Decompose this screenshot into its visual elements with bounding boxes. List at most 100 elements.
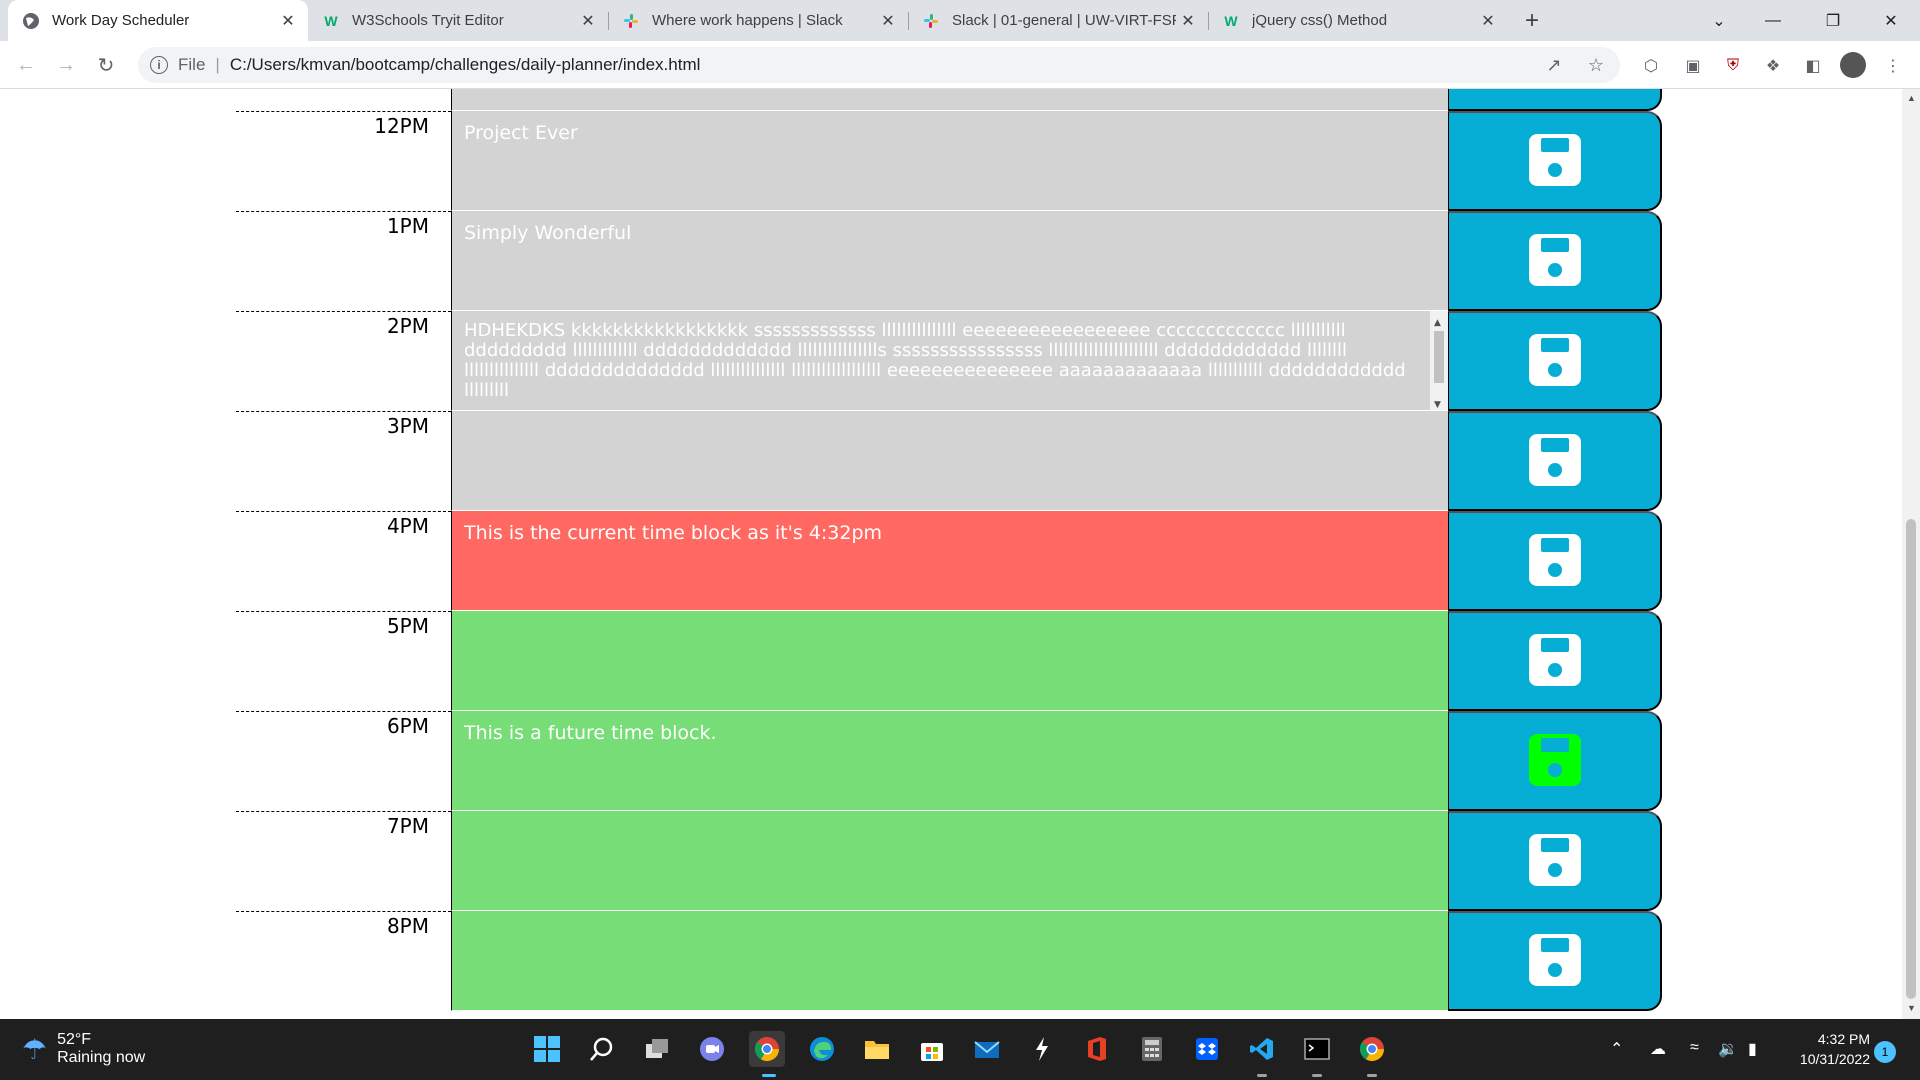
save-button[interactable] — [1448, 511, 1662, 611]
scroll-up-arrow-icon[interactable]: ▲ — [1434, 313, 1441, 333]
description-textarea[interactable] — [451, 411, 1448, 511]
forward-arrow-icon[interactable]: → — [52, 51, 80, 79]
description-text: HDHEKDKS kkkkkkkkkkkkkkkkk sssssssssssss… — [464, 320, 1406, 401]
close-icon[interactable]: ✕ — [276, 9, 300, 33]
share-icon[interactable]: ↗ — [1542, 53, 1566, 77]
office-icon[interactable] — [1079, 1031, 1115, 1067]
chrome-icon[interactable] — [749, 1031, 785, 1067]
description-textarea[interactable]: HDHEKDKS kkkkkkkkkkkkkkkkk sssssssssssss… — [451, 311, 1448, 411]
hour-label: 5PM — [236, 611, 451, 711]
onedrive-cloud-icon[interactable]: ☁ — [1650, 1039, 1666, 1059]
description-textarea[interactable]: This is the current time block as it's 4… — [451, 511, 1448, 611]
scroll-up-arrow-icon[interactable]: ▲ — [1907, 93, 1916, 103]
file-explorer-icon[interactable] — [859, 1031, 895, 1067]
close-icon[interactable]: ✕ — [576, 9, 600, 33]
tab-title: Where work happens | Slack — [652, 12, 843, 29]
description-textarea[interactable]: Simply Wonderful — [451, 211, 1448, 311]
scroll-thumb[interactable] — [1434, 331, 1444, 383]
divider: | — [215, 55, 220, 74]
scroll-thumb[interactable] — [1906, 519, 1916, 999]
edge-icon[interactable] — [804, 1031, 840, 1067]
minimize-button[interactable]: — — [1750, 0, 1796, 41]
save-button[interactable] — [1448, 611, 1662, 711]
back-arrow-icon[interactable]: ← — [12, 51, 40, 79]
extension-grey-icon[interactable]: ▣ — [1680, 53, 1706, 79]
scroll-down-arrow-icon[interactable]: ▼ — [1434, 395, 1441, 410]
mail-icon[interactable] — [969, 1031, 1005, 1067]
browser-toolbar: ← → ↻ i File | C:/Users/kmvan/bootcamp/c… — [0, 41, 1920, 89]
save-icon — [1527, 532, 1583, 591]
save-button[interactable] — [1448, 811, 1662, 911]
w3schools-icon: W — [1224, 12, 1238, 29]
system-clock[interactable]: 4:32 PM 10/31/2022 — [1780, 1029, 1870, 1069]
new-tab-button[interactable]: + — [1518, 7, 1546, 35]
task-view-icon[interactable] — [639, 1031, 675, 1067]
window-close-button[interactable]: ✕ — [1868, 0, 1914, 41]
vscode-icon[interactable] — [1244, 1031, 1280, 1067]
tab-slack-general[interactable]: Slack | 01-general | UW-VIRT-FSF ✕ — [908, 0, 1208, 41]
save-icon — [1527, 89, 1583, 91]
save-button-hovered[interactable] — [1448, 711, 1662, 811]
close-icon[interactable]: ✕ — [1176, 9, 1200, 33]
calculator-icon[interactable] — [1134, 1031, 1170, 1067]
wifi-icon[interactable]: ≈ — [1690, 1039, 1699, 1057]
close-icon[interactable]: ✕ — [1476, 9, 1500, 33]
profile-avatar[interactable] — [1840, 52, 1866, 78]
hour-label: 3PM — [236, 411, 451, 511]
weather-temp: 52°F — [57, 1031, 92, 1048]
close-icon[interactable]: ✕ — [876, 9, 900, 33]
menu-kebab-icon[interactable]: ⋮ — [1880, 53, 1906, 79]
terminal-icon[interactable] — [1299, 1031, 1335, 1067]
description-textarea[interactable] — [451, 89, 1448, 111]
dropbox-icon[interactable] — [1189, 1031, 1225, 1067]
address-bar[interactable]: i File | C:/Users/kmvan/bootcamp/challen… — [138, 47, 1620, 83]
ublock-icon[interactable]: ⛨ — [1720, 53, 1746, 79]
page-scrollbar[interactable]: ▲ ▼ — [1902, 89, 1920, 1019]
tab-work-day-scheduler[interactable]: Work Day Scheduler ✕ — [8, 0, 308, 41]
reload-icon[interactable]: ↻ — [92, 51, 120, 79]
scroll-down-arrow-icon[interactable]: ▼ — [1907, 1003, 1916, 1013]
save-icon — [1527, 132, 1583, 191]
extension-cube-icon[interactable]: ⬡ — [1638, 53, 1664, 79]
lightning-app-icon[interactable] — [1024, 1031, 1060, 1067]
battery-icon[interactable]: ▮ — [1748, 1039, 1757, 1059]
save-button[interactable] — [1448, 89, 1662, 111]
url-text[interactable]: C:/Users/kmvan/bootcamp/challenges/daily… — [230, 55, 701, 75]
hour-label: 7PM — [236, 811, 451, 911]
description-textarea[interactable]: This is a future time block. — [451, 711, 1448, 811]
description-textarea[interactable] — [451, 611, 1448, 711]
save-button[interactable] — [1448, 311, 1662, 411]
tab-jquery-css[interactable]: W jQuery css() Method ✕ — [1208, 0, 1508, 41]
windows-start-icon[interactable] — [529, 1031, 565, 1067]
search-icon[interactable] — [584, 1031, 620, 1067]
description-textarea[interactable] — [451, 811, 1448, 911]
teams-chat-icon[interactable] — [694, 1031, 730, 1067]
save-button[interactable] — [1448, 411, 1662, 511]
hour-label: 4PM — [236, 511, 451, 611]
info-icon[interactable]: i — [150, 56, 168, 74]
extensions-puzzle-icon[interactable]: ❖ — [1760, 53, 1786, 79]
tab-title: jQuery css() Method — [1252, 12, 1388, 29]
weather-widget[interactable]: ☂ 52°F Raining now — [22, 1031, 145, 1067]
notification-badge[interactable]: 1 — [1874, 1041, 1896, 1063]
tab-w3schools-tryit[interactable]: W W3Schools Tryit Editor ✕ — [308, 0, 608, 41]
save-button[interactable] — [1448, 211, 1662, 311]
save-icon — [1527, 832, 1583, 891]
bookmark-star-icon[interactable]: ☆ — [1584, 53, 1608, 77]
tab-search-button[interactable]: ⌄ — [1696, 0, 1742, 41]
restore-button[interactable]: ❐ — [1810, 0, 1856, 41]
save-button[interactable] — [1448, 111, 1662, 211]
side-panel-icon[interactable]: ◧ — [1800, 53, 1826, 79]
tab-slack-home[interactable]: Where work happens | Slack ✕ — [608, 0, 908, 41]
volume-icon[interactable]: 🔉 — [1718, 1039, 1738, 1059]
microsoft-store-icon[interactable] — [914, 1031, 950, 1067]
slack-icon — [922, 12, 940, 30]
tray-chevron-up-icon[interactable]: ⌃ — [1610, 1039, 1623, 1059]
save-button[interactable] — [1448, 911, 1662, 1011]
description-textarea[interactable]: Project Ever — [451, 111, 1448, 211]
time-block: 5PM — [236, 611, 1662, 711]
time-block: 4PM This is the current time block as it… — [236, 511, 1662, 611]
textarea-scrollbar[interactable]: ▲ ▼ — [1430, 311, 1448, 410]
description-textarea[interactable] — [451, 911, 1448, 1011]
chrome-canary-icon[interactable] — [1354, 1031, 1390, 1067]
